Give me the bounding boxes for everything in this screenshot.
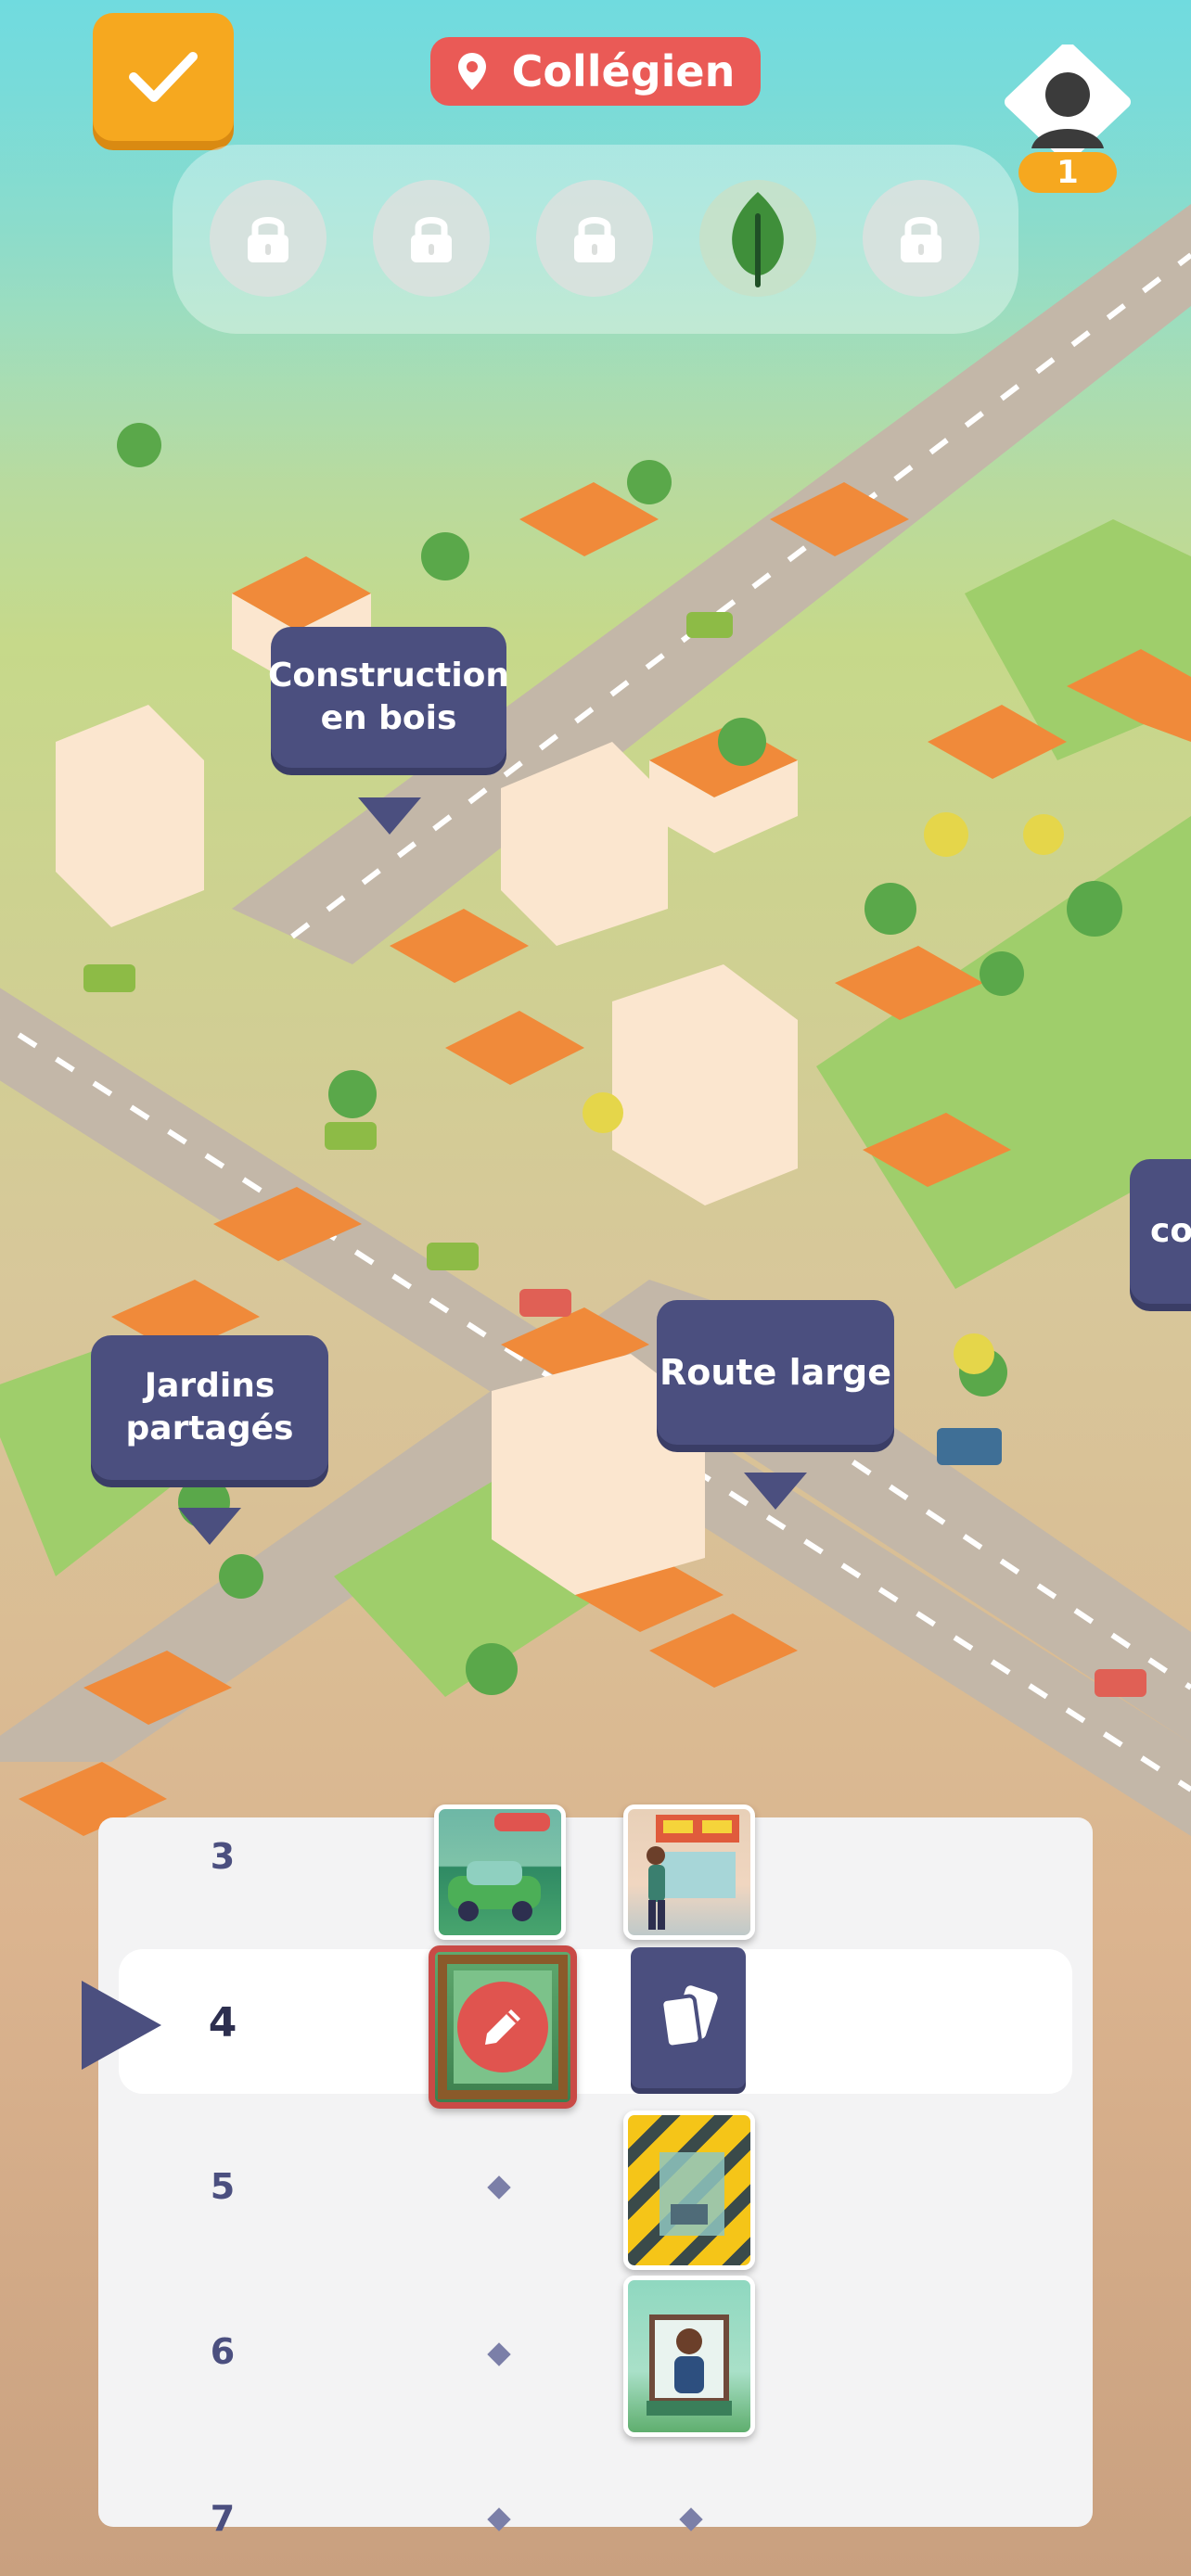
lock-slot-4[interactable] [699, 180, 816, 297]
checkmark-icon [129, 52, 198, 102]
lock-slot-3[interactable] [536, 180, 653, 297]
row-label-7: 7 [210, 2498, 236, 2539]
current-row-highlight [119, 1949, 1072, 2094]
card-window-person[interactable] [623, 2276, 755, 2437]
row-label-4: 4 [208, 1999, 237, 2047]
card-wood-building-selected[interactable] [429, 1945, 577, 2109]
location-label: Collégien [511, 46, 736, 96]
label-construction-en-bois[interactable]: Construction en bois [268, 627, 509, 768]
lock-slot-1[interactable] [210, 180, 327, 297]
card-car-scene[interactable] [434, 1804, 566, 1940]
row-label-3: 3 [210, 1836, 236, 1877]
row-label-6: 6 [210, 2331, 236, 2372]
label-pointer [744, 1473, 807, 1510]
label-pointer [358, 797, 421, 835]
player-avatar-icon [1005, 45, 1131, 158]
label-jardins-partages[interactable]: Jardins partagés [91, 1335, 328, 1480]
leaf-icon [732, 192, 784, 287]
pencil-icon [485, 2009, 520, 2045]
row-label-5: 5 [210, 2166, 236, 2207]
edit-button[interactable] [457, 1982, 548, 2072]
label-pointer [178, 1508, 241, 1545]
confirm-button[interactable] [93, 13, 234, 141]
current-turn-arrow-icon [82, 1981, 161, 2070]
location-badge[interactable]: Collégien [430, 37, 761, 106]
map-pin-icon [457, 53, 486, 90]
card-shop-promo[interactable] [623, 1804, 755, 1940]
lock-slot-5[interactable] [863, 180, 980, 297]
person-window-illustration [647, 2315, 732, 2416]
card-under-construction[interactable] [623, 2111, 755, 2270]
lock-icon [248, 217, 288, 262]
draw-cards-button[interactable] [631, 1947, 746, 2088]
lock-icon [901, 217, 941, 262]
lock-icon [574, 217, 615, 262]
car-illustration [448, 1813, 550, 1921]
label-offscreen[interactable]: co [1130, 1159, 1191, 1304]
lock-icon [411, 217, 452, 262]
shop-promo-illustration [647, 1815, 739, 1930]
lock-slot-2[interactable] [373, 180, 490, 297]
player-count: 1 [1018, 152, 1117, 193]
label-route-large[interactable]: Route large [657, 1300, 894, 1445]
construction-illustration [660, 2152, 724, 2236]
cards-icon [660, 1985, 718, 2049]
